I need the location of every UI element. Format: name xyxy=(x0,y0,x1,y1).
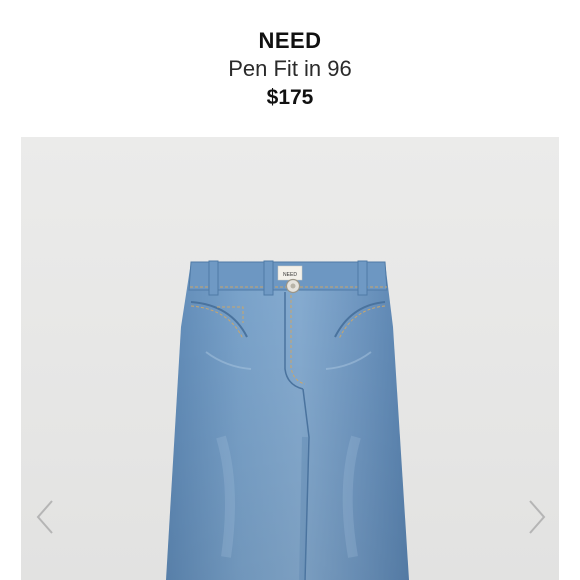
product-title: Pen Fit in 96 xyxy=(228,56,352,81)
jeans-image: NEED xyxy=(166,260,409,580)
product-header: NEED Pen Fit in 96 $175 xyxy=(0,0,580,136)
gallery-next-button[interactable] xyxy=(520,497,550,537)
brand-name: NEED xyxy=(258,28,322,53)
waist-label-text: NEED xyxy=(283,272,297,278)
product-image-gallery[interactable]: NEED xyxy=(21,137,559,580)
product-price: $175 xyxy=(266,86,314,109)
gallery-prev-button[interactable] xyxy=(32,497,62,537)
chevron-right-icon xyxy=(529,500,546,534)
chevron-left-icon xyxy=(36,500,53,534)
